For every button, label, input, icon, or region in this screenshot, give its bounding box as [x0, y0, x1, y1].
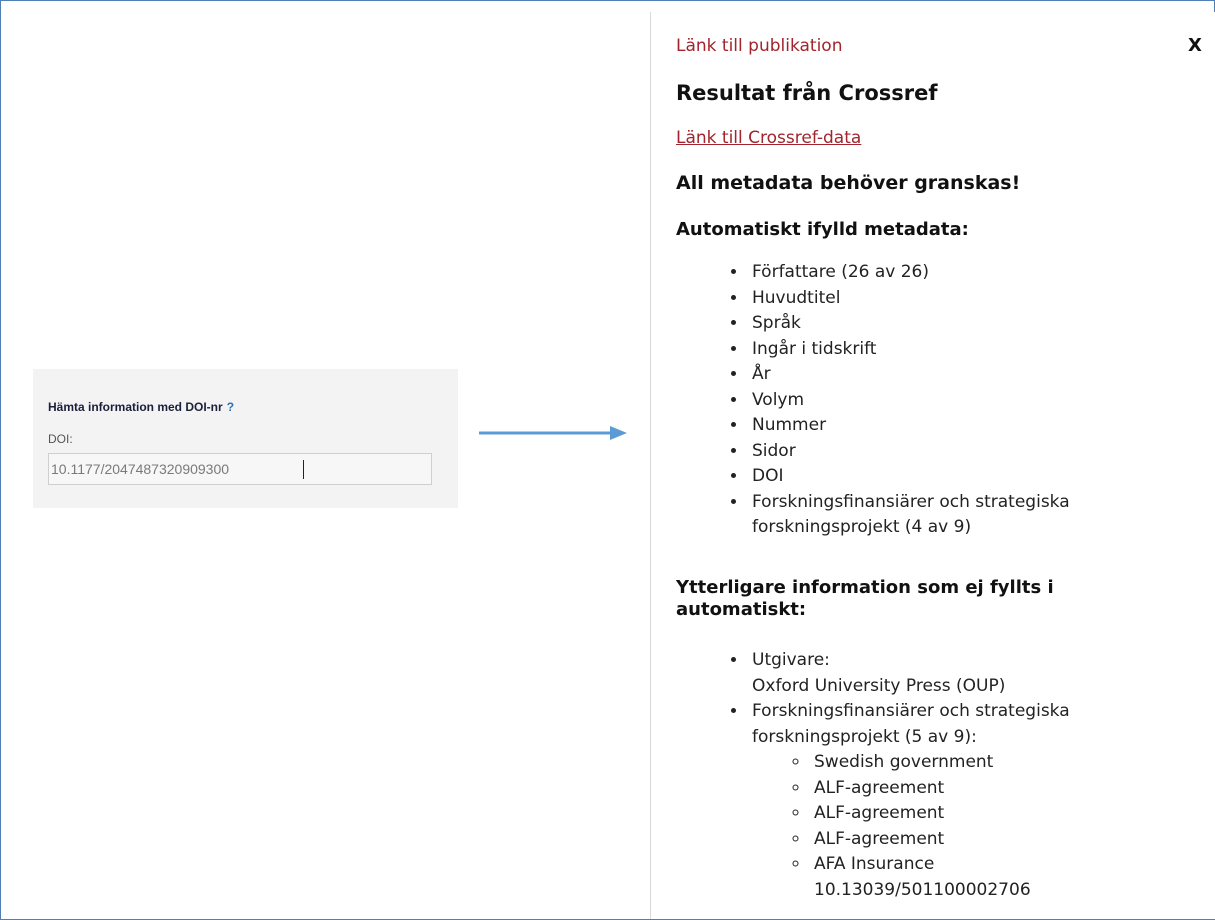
- doi-input[interactable]: [48, 453, 432, 485]
- doi-fetch-box: Hämta information med DOI-nr? DOI:: [33, 369, 458, 508]
- funder-name: AFA Insurance: [814, 854, 935, 874]
- doi-fetch-title: Hämta information med DOI-nr?: [48, 400, 234, 414]
- funder-item: AFA Insurance 10.13039/501100002706: [810, 852, 1168, 903]
- text-cursor: [303, 460, 304, 479]
- panel-heading: Resultat från Crossref: [676, 81, 938, 105]
- funder-item: ALF-agreement: [810, 827, 1168, 853]
- funder-doi: 10.13039/501100002706: [814, 879, 1031, 900]
- list-item: År: [748, 362, 1168, 388]
- list-item: DOI: [748, 464, 1168, 490]
- funder-item: ALF-agreement: [810, 801, 1168, 827]
- auto-filled-heading: Automatiskt ifylld metadata:: [676, 219, 969, 240]
- crossref-result-panel: Länk till publikation X Resultat från Cr…: [650, 12, 1215, 919]
- list-item: Huvudtitel: [748, 286, 1168, 312]
- list-item: Volym: [748, 388, 1168, 414]
- publisher-label: Utgivare:: [752, 650, 830, 670]
- help-icon[interactable]: ?: [227, 400, 234, 414]
- list-item: Författare (26 av 26): [748, 260, 1168, 286]
- list-item: Ingår i tidskrift: [748, 337, 1168, 363]
- funder-item: Swedish government: [810, 750, 1168, 776]
- auto-filled-list: Författare (26 av 26) Huvudtitel Språk I…: [729, 260, 1168, 541]
- publisher-item: Utgivare: Oxford University Press (OUP): [748, 648, 1168, 699]
- publisher-value: Oxford University Press (OUP): [752, 675, 1006, 696]
- doi-label: DOI:: [48, 432, 73, 446]
- funders-list: Swedish government ALF-agreement ALF-agr…: [752, 750, 1168, 903]
- arrow-right-icon: [479, 426, 627, 440]
- review-warning: All metadata behöver granskas!: [676, 172, 1021, 194]
- funders-item: Forskningsfinansiärer och strategiska fo…: [748, 699, 1168, 903]
- panel-link-title: Länk till publikation: [676, 36, 843, 56]
- funder-item: ALF-agreement: [810, 776, 1168, 802]
- doi-fetch-title-text: Hämta information med DOI-nr: [48, 400, 223, 414]
- list-item: Språk: [748, 311, 1168, 337]
- funders-label: Forskningsfinansiärer och strategiska fo…: [752, 701, 1070, 747]
- close-button[interactable]: X: [1188, 35, 1202, 56]
- extra-info-heading: Ytterligare information som ej fyllts i …: [676, 577, 1054, 620]
- list-item: Forskningsfinansiärer och strategiska fo…: [748, 490, 1168, 541]
- list-item: Nummer: [748, 413, 1168, 439]
- extra-info-list: Utgivare: Oxford University Press (OUP) …: [729, 648, 1168, 903]
- crossref-data-link[interactable]: Länk till Crossref-data: [676, 128, 861, 148]
- list-item: Sidor: [748, 439, 1168, 465]
